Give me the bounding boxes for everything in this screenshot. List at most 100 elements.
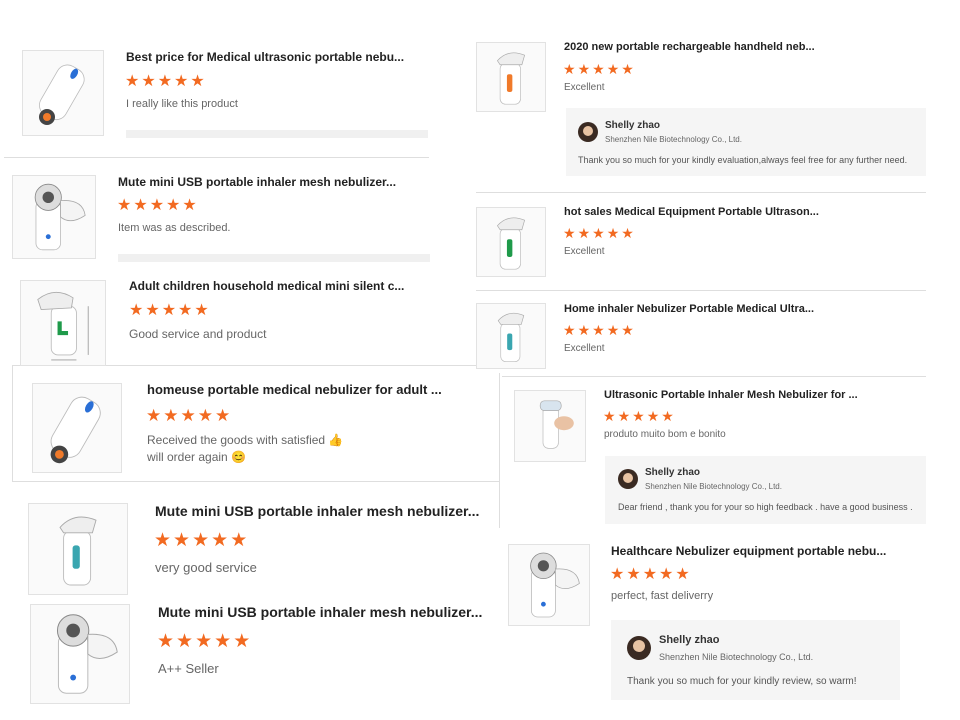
review-product-title[interactable]: Home inhaler Nebulizer Portable Medical … [564,303,814,315]
divider [12,365,13,481]
star-icon: ★ [157,73,173,90]
rating-stars: ★ ★ ★ ★ ★ [563,323,634,337]
star-icon: ★ [174,73,189,90]
review-product-title[interactable]: Best price for Medical ultrasonic portab… [126,50,404,64]
review-product-title[interactable]: Ultrasonic Portable Inhaler Mesh Nebuliz… [604,389,858,401]
star-icon: ★ [646,408,660,424]
star-icon: ★ [194,302,209,319]
review-product-title[interactable]: Mute mini USB portable inhaler mesh nebu… [158,604,482,620]
rating-stars: ★ ★ ★ ★ ★ [610,567,690,583]
star-icon: ★ [180,406,196,425]
review-comment: Excellent [564,82,605,93]
star-icon: ★ [211,530,229,551]
star-icon: ★ [215,406,231,425]
rating-stars: ★ ★ ★ ★ ★ [603,409,674,423]
star-icon: ★ [563,322,576,338]
nebulizer-icon [497,312,525,362]
review-comment: produto muito bom e bonito [604,429,726,440]
star-icon: ★ [610,566,625,583]
star-icon: ★ [606,61,620,77]
nebulizer-icon [496,217,526,270]
seller-avatar [618,469,638,489]
review-product-title[interactable]: Mute mini USB portable inhaler mesh nebu… [155,503,479,519]
seller-reply: Shelly zhao Shenzhen Nile Biotechnology … [566,108,926,176]
product-image[interactable] [476,207,546,277]
seller-reply: Shelly zhao Shenzhen Nile Biotechnology … [605,456,926,524]
divider-bar [118,254,430,262]
review-product-title[interactable]: 2020 new portable rechargeable handheld … [564,41,815,53]
divider [4,157,429,158]
seller-name: Shelly zhao [645,467,701,478]
product-image[interactable] [30,604,130,704]
review-product-title[interactable]: Adult children household medical mini si… [129,279,404,293]
divider [502,376,926,377]
star-icon: ★ [157,631,175,652]
star-icon: ★ [563,61,576,77]
review-comment: perfect, fast deliverry [611,590,714,602]
seller-name: Shelly zhao [659,634,720,646]
star-icon: ★ [577,322,591,338]
star-icon: ★ [117,197,132,214]
nebulizer-icon [496,52,526,105]
product-image[interactable] [476,42,546,112]
star-icon: ★ [621,322,634,338]
star-icon: ★ [621,225,634,241]
star-icon: ★ [129,302,144,319]
seller-reply: Shelly zhao Shenzhen Nile Biotechnology … [611,620,900,700]
product-image[interactable] [12,175,96,259]
nebulizer-icon [530,552,580,618]
star-icon: ★ [632,408,645,424]
product-image[interactable] [476,303,546,369]
rating-stars: ★ ★ ★ ★ ★ [563,62,634,76]
star-icon: ★ [190,73,205,90]
rating-stars: ★ ★ ★ ★ ★ [129,303,209,319]
seller-reply-text: Thank you so much for your kindly evalua… [578,155,908,165]
star-icon: ★ [606,322,620,338]
product-image[interactable] [28,503,128,595]
product-image[interactable] [20,280,106,366]
product-image[interactable] [508,544,590,626]
divider [476,290,926,291]
seller-company: Shenzhen Nile Biotechnology Co., Ltd. [645,482,782,491]
review-comment: I really like this product [126,98,238,110]
rating-stars: ★ ★ ★ ★ ★ [146,407,230,424]
star-icon: ★ [606,225,620,241]
star-icon: ★ [577,225,591,241]
review-product-title[interactable]: homeuse portable medical nebulizer for a… [147,382,442,397]
star-icon: ★ [125,73,140,90]
product-image[interactable] [32,383,122,473]
seller-reply-text: Dear friend , thank you for your so high… [618,502,913,512]
review-product-title[interactable]: hot sales Medical Equipment Portable Ult… [564,206,819,218]
divider-bar [126,130,428,138]
star-icon: ★ [173,530,191,551]
star-icon: ★ [563,225,576,241]
star-icon: ★ [154,530,172,551]
review-product-title[interactable]: Mute mini USB portable inhaler mesh nebu… [118,175,396,189]
star-icon: ★ [178,302,193,319]
star-icon: ★ [621,61,634,77]
review-comment: Excellent [564,246,605,257]
star-icon: ★ [233,631,251,652]
star-icon: ★ [617,408,631,424]
star-icon: ★ [166,197,181,214]
star-icon: ★ [626,566,641,583]
rating-stars: ★ ★ ★ ★ ★ [154,531,247,550]
rating-stars: ★ ★ ★ ★ ★ [157,632,250,651]
star-icon: ★ [592,61,605,77]
divider [12,481,499,482]
rating-stars: ★ ★ ★ ★ ★ [117,198,197,214]
star-icon: ★ [146,406,162,425]
star-icon: ★ [163,406,179,425]
review-product-title[interactable]: Healthcare Nebulizer equipment portable … [611,544,886,558]
seller-company: Shenzhen Nile Biotechnology Co., Ltd. [605,135,742,144]
star-icon: ★ [577,61,591,77]
product-image[interactable] [22,50,104,136]
seller-company: Shenzhen Nile Biotechnology Co., Ltd. [659,652,814,662]
star-icon: ★ [149,197,165,214]
product-image[interactable] [514,390,586,462]
nebulizer-icon [37,291,89,361]
seller-name: Shelly zhao [605,120,661,131]
star-icon: ★ [675,566,690,583]
divider [499,373,500,528]
rating-stars: ★ ★ ★ ★ ★ [563,226,634,240]
